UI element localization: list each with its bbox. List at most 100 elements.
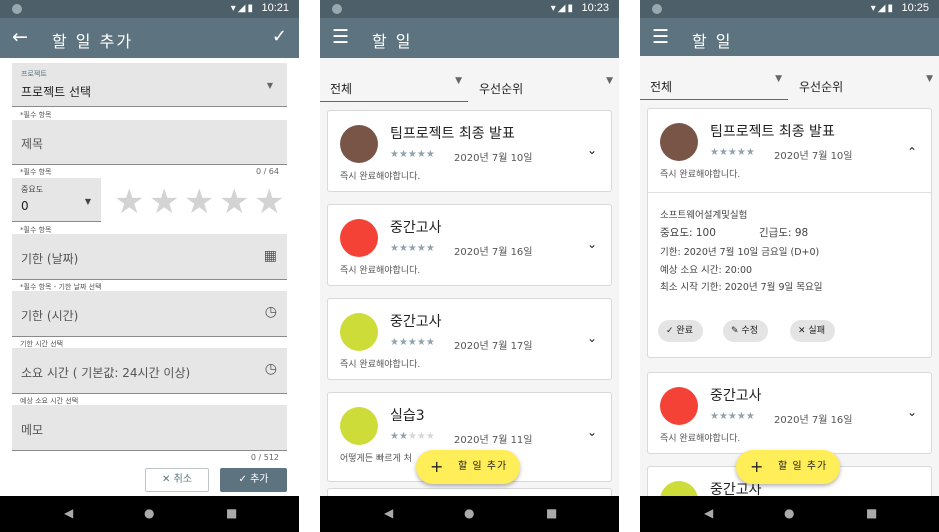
chip-label: 실패 (808, 326, 825, 336)
filter-priority-label: 우선순위 (799, 80, 844, 94)
filter-all-select[interactable]: 전체 ▼ (640, 62, 788, 100)
deadline-time-field[interactable]: 기한 (시간) ◷ (12, 291, 287, 337)
deadline-date-field[interactable]: 기한 (날짜) ▦ (12, 234, 287, 280)
todo-title: 중간고사 (710, 388, 762, 404)
deadline-time-placeholder: 기한 (시간) (21, 309, 79, 323)
todo-date: 2020년 7월 10일 (454, 153, 533, 164)
chevron-down-icon[interactable]: ⌄ (587, 237, 597, 251)
cancel-button[interactable]: ✕ 취소 (145, 468, 209, 492)
rating-stars: ★★★★★ (390, 243, 435, 254)
page-title: 할 일 (372, 32, 413, 51)
clock-icon[interactable]: ◷ (265, 361, 277, 377)
detail-start: 최소 시작 기한: 2020년 7월 9일 목요일 (660, 282, 823, 293)
filter-priority-select[interactable]: 우선순위 ▼ (469, 64, 619, 102)
check-icon: ✓ (238, 474, 247, 485)
cancel-button-label: 취소 (173, 474, 192, 485)
system-nav-bar: ◀ ● ■ (640, 496, 939, 532)
confirm-check-icon[interactable]: ✓ (272, 27, 287, 47)
importance-select[interactable]: 중요도 0 ▼ (12, 178, 101, 222)
signal-battery-icon: ▾◢▮ (550, 3, 575, 14)
nav-recents-icon[interactable]: ■ (226, 506, 237, 520)
star-icon[interactable]: ★ (114, 185, 144, 219)
add-todo-fab[interactable]: + 할 일 추가 (416, 450, 520, 484)
menu-icon[interactable]: ☰ (652, 27, 672, 47)
star-icon[interactable]: ★ (254, 185, 284, 219)
detail-deadline: 기한: 2020년 7월 10일 금요일 (D+0) (660, 247, 820, 258)
todo-note: 어떻게든 빠르게 처 (340, 454, 412, 464)
notification-dot-icon (652, 4, 662, 14)
chevron-up-icon[interactable]: ⌃ (907, 145, 917, 159)
close-icon: ✕ (162, 474, 171, 485)
color-dot (340, 125, 378, 163)
app-bar: ☰ 할 일 (640, 18, 939, 58)
edit-chip[interactable]: ✎ 수정 (723, 320, 768, 342)
menu-icon[interactable]: ☰ (332, 27, 352, 47)
detail-project: 소프트웨어설계및실험 (660, 210, 748, 221)
todo-note: 즉시 완료해야합니다. (340, 172, 421, 182)
chevron-down-icon[interactable]: ⌄ (907, 405, 917, 419)
filter-priority-select[interactable]: 우선순위 ▼ (789, 62, 939, 100)
back-arrow-icon[interactable]: ← (12, 27, 32, 47)
todo-list-expanded-screen: ▾◢▮ 10:25 ☰ 할 일 전체 ▼ 우선순위 ▼ 팀프로젝트 최종 발표 … (640, 0, 939, 532)
title-field[interactable]: 제목 (12, 120, 287, 165)
star-icon[interactable]: ★ (149, 185, 179, 219)
rating-stars: ★★★★★ (390, 431, 435, 442)
filter-bar: 전체 ▼ 우선순위 ▼ (640, 56, 939, 100)
nav-home-icon[interactable]: ● (464, 506, 474, 520)
todo-note: 즉시 완료해야합니다. (340, 266, 421, 276)
nav-back-icon[interactable]: ◀ (64, 506, 73, 520)
todo-title: 중간고사 (390, 314, 442, 330)
memo-field[interactable]: 메모 (12, 405, 287, 451)
signal-battery-icon: ▾◢▮ (230, 3, 255, 14)
title-counter: 0 / 64 (255, 167, 279, 176)
filter-all-select[interactable]: 전체 ▼ (320, 64, 468, 102)
fail-chip[interactable]: ✕ 실패 (790, 320, 835, 342)
app-bar: ☰ 할 일 (320, 18, 619, 58)
complete-chip[interactable]: ✓ 완료 (658, 320, 703, 342)
chip-label: 완료 (676, 326, 693, 336)
calendar-icon[interactable]: ▦ (264, 248, 277, 264)
nav-recents-icon[interactable]: ■ (866, 506, 877, 520)
filter-bar: 전체 ▼ 우선순위 ▼ (320, 58, 619, 102)
importance-label: 중요도 (21, 185, 44, 194)
chevron-down-icon[interactable]: ⌄ (587, 331, 597, 345)
caret-down-icon: ▼ (775, 74, 782, 84)
project-select[interactable]: 프로젝트 프로젝트 선택 ▼ (12, 63, 287, 107)
add-todo-fab[interactable]: + 할 일 추가 (736, 450, 840, 484)
todo-card[interactable]: 팀프로젝트 최종 발표 ★★★★★ 2020년 7월 10일 ⌄ 즉시 완료해야… (327, 110, 612, 192)
todo-title: 실습3 (390, 408, 425, 424)
todo-card[interactable]: 중간고사 ★★★★★ 2020년 7월 16일 ⌄ 즉시 완료해야합니다. (327, 204, 612, 286)
todo-date: 2020년 7월 17일 (454, 341, 533, 352)
status-bar: ▾◢▮ 10:21 (0, 0, 299, 18)
todo-card[interactable]: 중간고사 ★★★★★ 2020년 7월 17일 ⌄ 즉시 완료해야합니다. (327, 298, 612, 380)
nav-home-icon[interactable]: ● (784, 506, 794, 520)
caret-down-icon: ▼ (266, 81, 273, 90)
nav-back-icon[interactable]: ◀ (384, 506, 393, 520)
check-icon: ✓ (666, 326, 674, 336)
detail-urgency: 긴급도: 98 (759, 227, 809, 239)
nav-recents-icon[interactable]: ■ (546, 506, 557, 520)
title-placeholder: 제목 (21, 137, 44, 151)
nav-home-icon[interactable]: ● (144, 506, 154, 520)
todo-title: 팀프로젝트 최종 발표 (390, 126, 515, 142)
page-title: 할 일 추가 (52, 32, 134, 51)
filter-priority-label: 우선순위 (479, 82, 524, 96)
add-todo-screen: ▾◢▮ 10:21 ← 할 일 추가 ✓ 프로젝트 프로젝트 선택 ▼ *필수 … (0, 0, 299, 532)
star-icon[interactable]: ★ (184, 185, 214, 219)
add-button[interactable]: ✓ 추가 (220, 468, 287, 492)
nav-back-icon[interactable]: ◀ (704, 506, 713, 520)
status-time: 10:23 (581, 2, 609, 14)
status-bar: ▾◢▮ 10:25 (640, 0, 939, 18)
color-dot (340, 407, 378, 445)
chevron-down-icon[interactable]: ⌄ (587, 143, 597, 157)
chevron-down-icon[interactable]: ⌄ (587, 425, 597, 439)
plus-icon: + (430, 457, 444, 476)
duration-field[interactable]: 소요 시간 ( 기본값: 24시간 이상) ◷ (12, 348, 287, 394)
rating-stars: ★★★★★ (710, 411, 755, 422)
todo-date: 2020년 7월 16일 (454, 247, 533, 258)
star-icon[interactable]: ★ (219, 185, 249, 219)
status-time: 10:25 (901, 2, 929, 14)
todo-card-expanded[interactable]: 팀프로젝트 최종 발표 ★★★★★ 2020년 7월 10일 ⌃ 즉시 완료해야… (647, 108, 932, 358)
todo-card[interactable]: 중간고사 ★★★★★ 2020년 7월 16일 ⌄ 즉시 완료해야합니다. (647, 372, 932, 454)
clock-icon[interactable]: ◷ (265, 304, 277, 320)
